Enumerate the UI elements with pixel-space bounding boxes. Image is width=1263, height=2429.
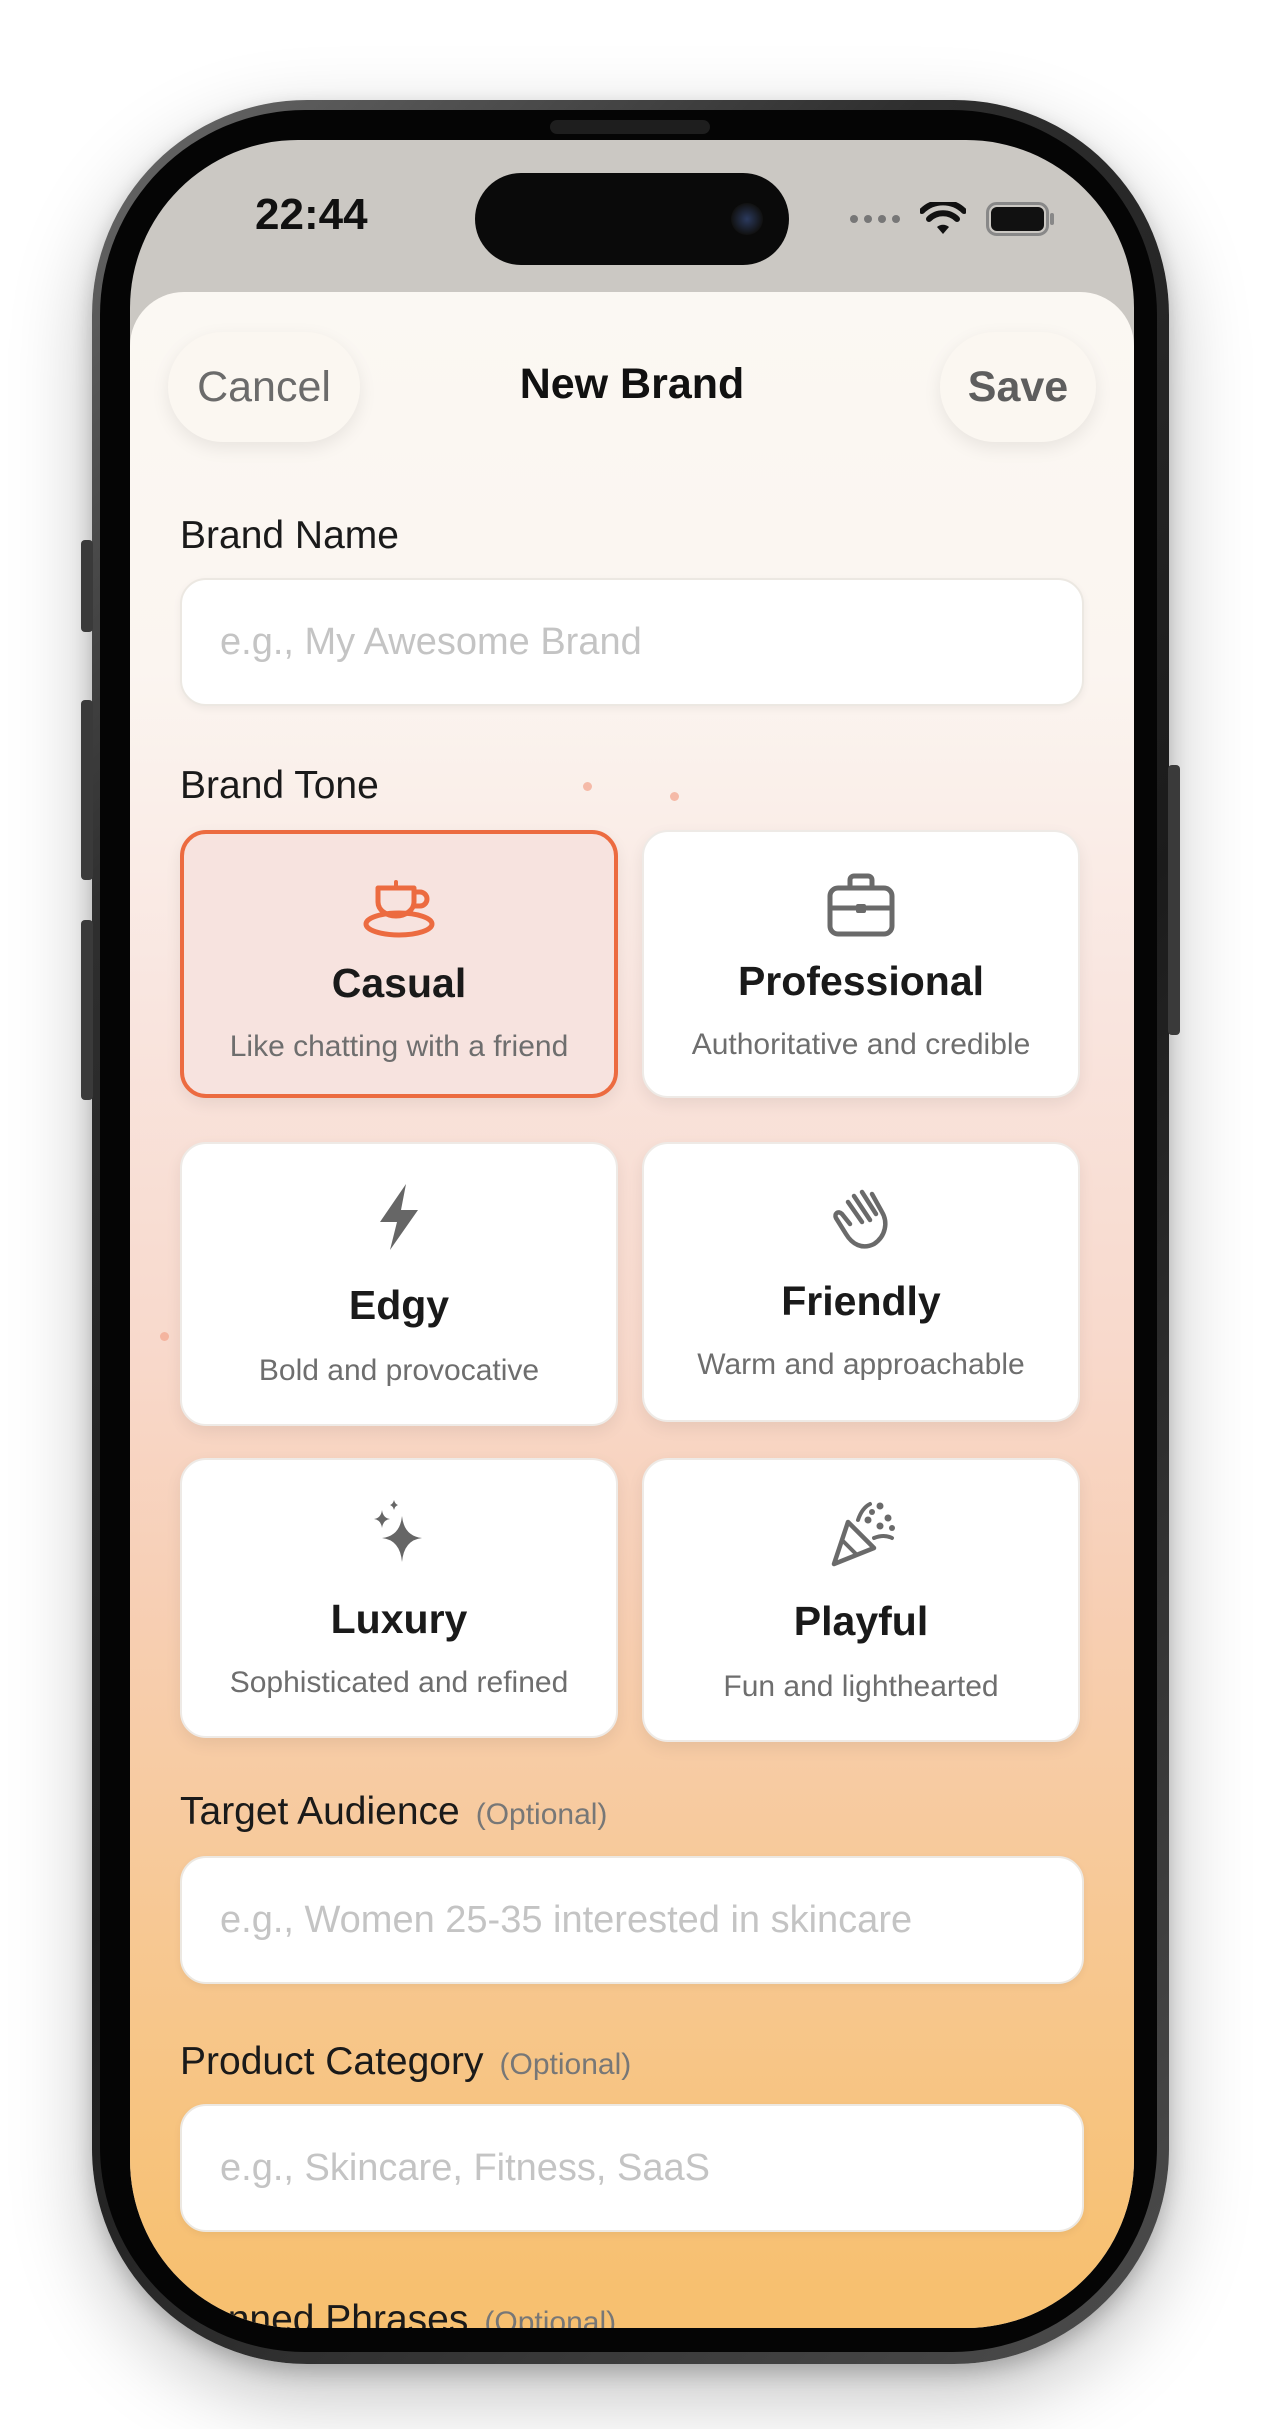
tone-subtitle: Bold and provocative <box>258 1354 540 1387</box>
briefcase-icon <box>827 873 895 937</box>
wifi-icon <box>920 202 966 234</box>
optional-tag: (Optional) <box>499 2048 632 2081</box>
tone-card-professional[interactable]: Professional Authoritative and credible <box>642 830 1080 1098</box>
decor-dot <box>670 792 679 801</box>
target-audience-input[interactable] <box>182 1858 1082 1982</box>
status-indicators <box>850 202 1056 236</box>
target-audience-label: Target Audience (Optional) <box>180 1790 607 1834</box>
tone-subtitle: Warm and approachable <box>697 1348 1025 1381</box>
sheet-header: Cancel New Brand Save <box>130 292 1134 492</box>
screen: 22:44 Cancel New Brand Save Brand Name e… <box>130 140 1134 2328</box>
product-category-field <box>180 2104 1084 2232</box>
tone-card-edgy[interactable]: Edgy Bold and provocative <box>180 1142 618 1426</box>
tone-subtitle: Fun and lighthearted <box>723 1670 999 1703</box>
optional-tag: (Optional) <box>484 2306 617 2328</box>
cup-icon <box>363 880 435 938</box>
status-time: 22:44 <box>255 190 368 239</box>
decor-dot <box>160 1332 169 1341</box>
volume-down-button <box>81 920 93 1100</box>
optional-tag: (Optional) <box>475 1798 608 1831</box>
bolt-icon <box>380 1184 418 1250</box>
tone-subtitle: Authoritative and credible <box>691 1028 1031 1061</box>
banned-phrases-label: Banned Phrases (Optional) <box>180 2298 616 2328</box>
camera-icon <box>731 203 763 235</box>
tone-card-playful[interactable]: Playful Fun and lighthearted <box>642 1458 1080 1742</box>
brand-name-label: Brand Name <box>180 514 399 557</box>
volume-up-button <box>81 700 93 880</box>
new-brand-sheet: Cancel New Brand Save Brand Name Brand T… <box>130 292 1134 2328</box>
tone-title: Edgy <box>348 1282 450 1328</box>
silent-switch <box>81 540 93 632</box>
tone-card-luxury[interactable]: Luxury Sophisticated and refined <box>180 1458 618 1738</box>
tone-title: Professional <box>737 958 985 1004</box>
brand-name-field <box>180 578 1084 706</box>
cellular-signal-icon <box>850 215 900 223</box>
sparkles-icon <box>374 1500 422 1562</box>
brand-tone-label: Brand Tone <box>180 764 379 807</box>
target-audience-field <box>180 1856 1084 1984</box>
dynamic-island <box>475 173 789 265</box>
brand-name-input[interactable] <box>182 580 1082 704</box>
banned-phrases-label-text: Banned Phrases <box>180 2298 469 2328</box>
tone-title: Casual <box>331 960 467 1006</box>
tone-subtitle: Sophisticated and refined <box>229 1666 569 1699</box>
tone-title: Friendly <box>781 1278 941 1324</box>
speaker-grille <box>550 120 710 134</box>
tone-title: Luxury <box>330 1596 468 1642</box>
product-category-label: Product Category (Optional) <box>180 2040 631 2084</box>
waving-hand-icon <box>833 1189 888 1249</box>
decor-dot <box>583 782 592 791</box>
target-audience-label-text: Target Audience <box>180 1790 460 1833</box>
tone-card-friendly[interactable]: Friendly Warm and approachable <box>642 1142 1080 1422</box>
battery-icon <box>986 202 1054 236</box>
tone-subtitle: Like chatting with a friend <box>229 1030 569 1063</box>
tone-title: Playful <box>793 1598 929 1644</box>
power-button <box>1168 765 1180 1035</box>
product-category-label-text: Product Category <box>180 2040 484 2083</box>
product-category-input[interactable] <box>182 2106 1082 2230</box>
save-button[interactable]: Save <box>940 332 1096 442</box>
party-popper-icon <box>831 1502 895 1567</box>
tone-card-casual[interactable]: Casual Like chatting with a friend <box>180 830 618 1098</box>
